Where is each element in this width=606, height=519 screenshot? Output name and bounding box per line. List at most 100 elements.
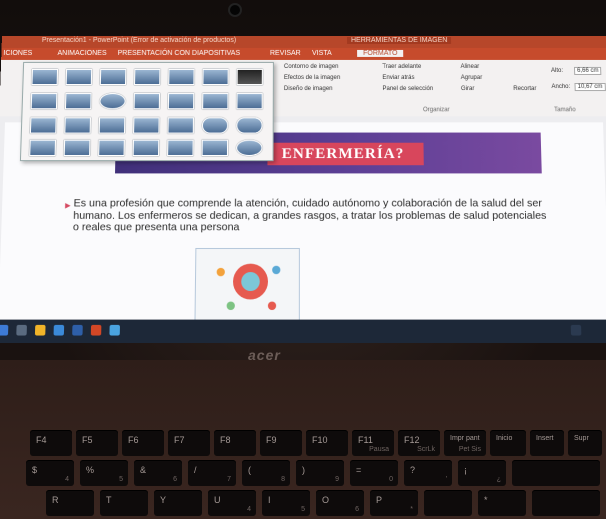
tab-format[interactable]: FORMATO: [357, 49, 404, 57]
height-input[interactable]: 6,66 cm: [573, 66, 602, 75]
picture-style-thumb[interactable]: [133, 117, 160, 134]
picture-style-thumb[interactable]: [65, 68, 93, 86]
nurse-face-icon: [241, 272, 260, 292]
selection-pane-button[interactable]: Panel de selección: [382, 86, 433, 92]
tab-view[interactable]: VISTA: [312, 50, 332, 57]
selected-picture[interactable]: [194, 247, 300, 326]
picture-style-thumb[interactable]: [31, 68, 59, 86]
picture-style-thumb[interactable]: [167, 139, 194, 157]
app-icon[interactable]: [109, 324, 120, 336]
picture-style-thumb[interactable]: [132, 139, 160, 157]
picture-style-thumb[interactable]: [236, 68, 263, 86]
picture-border-button[interactable]: Contorno de imagen: [284, 64, 339, 70]
picture-style-thumb[interactable]: [29, 139, 57, 157]
key[interactable]: U4: [208, 490, 256, 516]
group-button[interactable]: Agrupar: [461, 75, 483, 81]
powerpoint-icon[interactable]: [90, 324, 102, 336]
start-icon[interactable]: [0, 324, 9, 336]
key[interactable]: % 5: [80, 460, 128, 486]
picture-style-thumb[interactable]: [202, 68, 229, 86]
key[interactable]: F9: [260, 430, 302, 456]
picture-style-thumb[interactable]: [64, 93, 92, 110]
key[interactable]: F7: [168, 430, 210, 456]
tab-slideshow[interactable]: PRESENTACIÓN CON DIAPOSITIVAS: [118, 50, 241, 57]
tab-transitions[interactable]: ICIONES: [3, 50, 32, 57]
key[interactable]: Inicio: [490, 430, 526, 456]
browser-icon[interactable]: [53, 324, 65, 336]
key[interactable]: & 6: [134, 460, 182, 486]
notifications-icon[interactable]: [570, 324, 582, 336]
key[interactable]: $4: [26, 460, 74, 486]
key[interactable]: = 0: [350, 460, 398, 486]
slide-bullet-text[interactable]: Es una profesión que comprende la atenci…: [73, 197, 554, 234]
picture-style-thumb[interactable]: [236, 93, 263, 110]
key[interactable]: F10: [306, 430, 348, 456]
slide-title[interactable]: ENFERMERÍA?: [267, 142, 424, 166]
picture-tools-label: HERRAMIENTAS DE IMAGEN: [347, 36, 452, 44]
enter-key[interactable]: [532, 490, 600, 516]
key[interactable]: F4: [30, 430, 72, 456]
key[interactable]: F12 ScrLk: [398, 430, 440, 456]
key[interactable]: F6: [122, 430, 164, 456]
key[interactable]: T: [100, 490, 148, 516]
window-title: Presentación1 - PowerPoint (Error de act…: [41, 36, 237, 44]
picture-style-thumb[interactable]: [99, 68, 127, 86]
picture-style-thumb[interactable]: [202, 93, 229, 110]
picture-style-thumb[interactable]: [167, 93, 195, 110]
webcam: [230, 5, 240, 15]
width-input[interactable]: 10,67 cm: [574, 82, 606, 92]
key[interactable]: /7: [188, 460, 236, 486]
decor-dot-icon: [216, 267, 225, 277]
picture-style-thumb[interactable]: [201, 117, 229, 134]
send-backward-button[interactable]: Enviar atrás: [382, 75, 414, 81]
picture-style-thumb[interactable]: [201, 139, 229, 157]
key[interactable]: P *: [370, 490, 418, 516]
key[interactable]: F5: [76, 430, 118, 456]
key[interactable]: Insert: [530, 430, 564, 456]
bring-forward-button[interactable]: Traer adelante: [382, 64, 421, 70]
picture-style-thumb[interactable]: [64, 117, 91, 134]
picture-style-thumb[interactable]: [134, 68, 161, 86]
key[interactable]: F11 Pausa: [352, 430, 394, 456]
key[interactable]: ) 9: [296, 460, 344, 486]
key[interactable]: I5: [262, 490, 310, 516]
picture-effects-button[interactable]: Efectos de la imagen: [284, 75, 340, 81]
backspace-key[interactable]: [512, 460, 600, 486]
key[interactable]: F8: [214, 430, 256, 456]
picture-style-thumb[interactable]: [236, 139, 263, 157]
key[interactable]: [424, 490, 472, 516]
decor-dot-icon: [267, 301, 277, 311]
picture-style-thumb[interactable]: [98, 117, 126, 134]
picture-style-thumb[interactable]: [236, 117, 263, 134]
picture-style-thumb[interactable]: [99, 93, 126, 110]
key[interactable]: O6: [316, 490, 364, 516]
picture-style-thumb[interactable]: [167, 117, 194, 134]
width-label: Ancho:: [551, 84, 571, 91]
key[interactable]: Impr pant Pet Sis: [444, 430, 486, 456]
picture-style-thumb[interactable]: [29, 117, 57, 134]
tab-review[interactable]: REVISAR: [270, 50, 301, 57]
picture-style-thumb[interactable]: [63, 139, 91, 157]
key[interactable]: (8: [242, 460, 290, 486]
file-explorer-icon[interactable]: [34, 324, 46, 336]
search-icon[interactable]: [16, 324, 27, 336]
picture-style-thumb[interactable]: [98, 139, 125, 157]
key[interactable]: R: [46, 490, 94, 516]
rotate-button[interactable]: Girar: [461, 86, 475, 92]
key[interactable]: *: [478, 490, 526, 516]
key[interactable]: Supr: [568, 430, 602, 456]
decor-dot-icon: [226, 301, 235, 311]
word-icon[interactable]: [72, 324, 83, 336]
keyboard-deck: F4 F5 F6 F7 F8 F9 F10 F11 Pausa F12 ScrLk …: [0, 360, 606, 519]
picture-style-thumb[interactable]: [133, 93, 161, 110]
crop-button[interactable]: Recortar: [513, 86, 536, 92]
key[interactable]: ¡ ¿: [458, 460, 506, 486]
tab-animations[interactable]: ANIMACIONES: [57, 50, 106, 57]
key[interactable]: ? ': [404, 460, 452, 486]
picture-layout-button[interactable]: Diseño de imagen: [284, 86, 333, 92]
align-button[interactable]: Alinear: [461, 64, 480, 70]
picture-style-thumb[interactable]: [30, 93, 58, 110]
key[interactable]: Y: [154, 490, 202, 516]
picture-styles-gallery[interactable]: [19, 61, 274, 162]
picture-style-thumb[interactable]: [168, 68, 195, 86]
